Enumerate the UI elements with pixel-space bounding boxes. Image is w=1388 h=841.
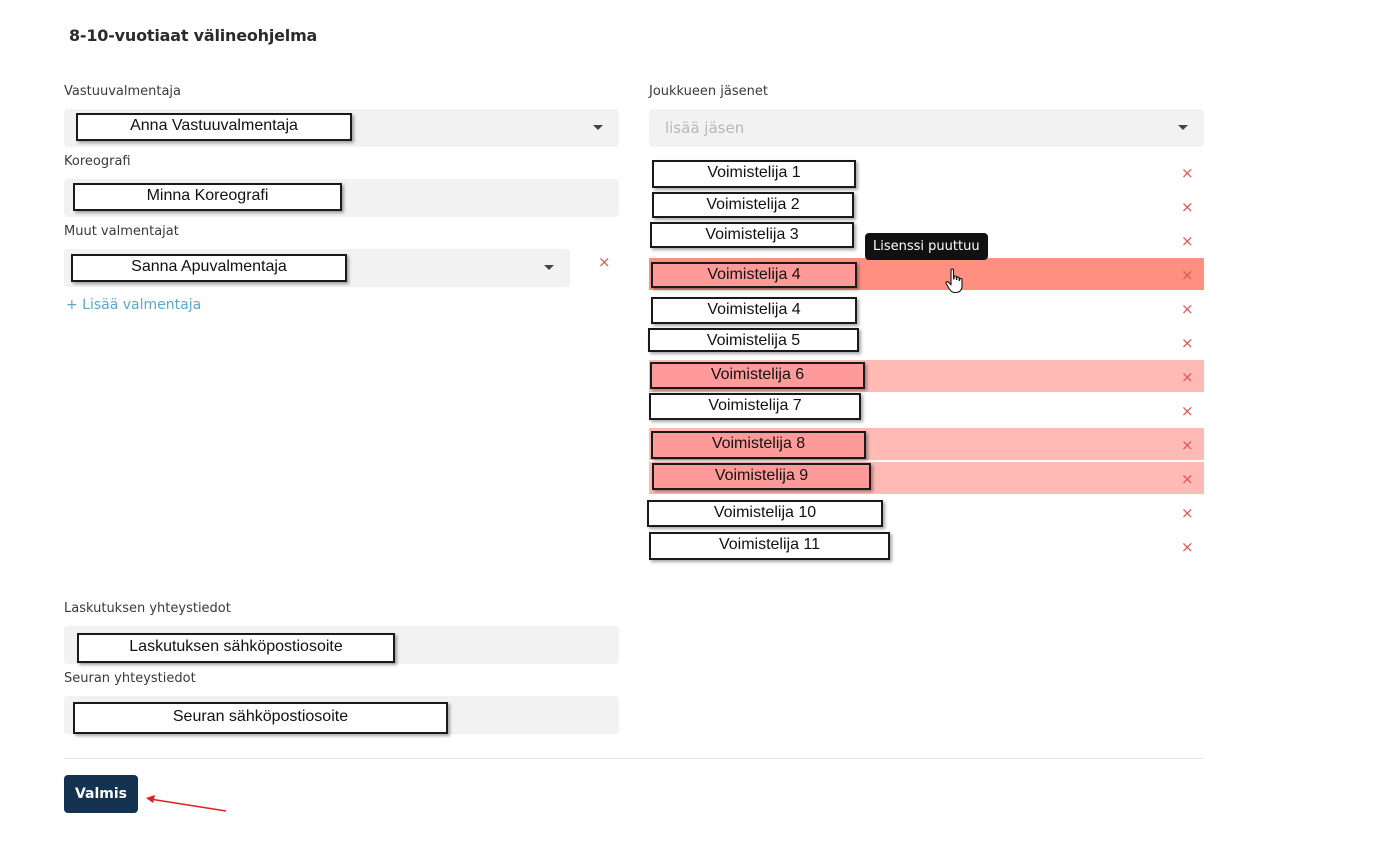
member-name: Voimistelija 6 — [650, 362, 865, 389]
member-name: Voimistelija 2 — [652, 192, 854, 218]
remove-member-icon[interactable]: × — [1181, 166, 1194, 181]
page-title: 8-10-vuotiaat välineohjelma — [69, 26, 318, 45]
member-name: Voimistelija 9 — [652, 463, 871, 490]
choreographer-label: Koreografi — [64, 154, 131, 169]
remove-member-icon[interactable]: × — [1181, 268, 1194, 283]
remove-member-icon[interactable]: × — [1181, 540, 1194, 555]
remove-coach-icon[interactable]: × — [598, 255, 611, 270]
other-coaches-label: Muut valmentajat — [64, 224, 179, 239]
club-label: Seuran yhteystiedot — [64, 671, 196, 686]
footer-divider — [64, 758, 1204, 759]
billing-label: Laskutuksen yhteystiedot — [64, 601, 231, 616]
member-name: Voimistelija 8 — [651, 431, 866, 459]
chevron-down-icon[interactable] — [1178, 125, 1188, 130]
add-coach-link[interactable]: + Lisää valmentaja — [66, 297, 201, 313]
member-name: Voimistelija 4 — [651, 262, 857, 288]
remove-member-icon[interactable]: × — [1181, 404, 1194, 419]
done-button[interactable]: Valmis — [64, 775, 138, 813]
head-coach-label: Vastuuvalmentaja — [64, 84, 182, 99]
head-coach-value: Anna Vastuuvalmentaja — [76, 113, 352, 141]
remove-member-icon[interactable]: × — [1181, 506, 1194, 521]
billing-email-value: Laskutuksen sähköpostiosoite — [77, 633, 395, 663]
remove-member-icon[interactable]: × — [1181, 234, 1194, 249]
red-arrow-icon — [146, 795, 227, 812]
choreographer-value: Minna Koreografi — [73, 183, 342, 211]
hand-cursor-icon — [945, 268, 963, 294]
remove-member-icon[interactable]: × — [1181, 370, 1194, 385]
member-name: Voimistelija 3 — [650, 222, 854, 248]
remove-member-icon[interactable]: × — [1181, 472, 1194, 487]
chevron-down-icon[interactable] — [593, 125, 603, 130]
member-name: Voimistelija 11 — [649, 532, 890, 560]
member-name: Voimistelija 7 — [649, 393, 861, 420]
member-name: Voimistelija 5 — [648, 328, 859, 352]
members-label: Joukkueen jäsenet — [649, 84, 768, 99]
chevron-down-icon[interactable] — [544, 265, 554, 270]
license-missing-tooltip: Lisenssi puuttuu — [865, 233, 988, 260]
member-name: Voimistelija 10 — [647, 500, 883, 527]
member-name: Voimistelija 4 — [651, 297, 857, 324]
club-email-value: Seuran sähköpostiosoite — [73, 702, 448, 734]
remove-member-icon[interactable]: × — [1181, 302, 1194, 317]
member-name: Voimistelija 1 — [652, 160, 856, 188]
remove-member-icon[interactable]: × — [1181, 438, 1194, 453]
other-coach-value: Sanna Apuvalmentaja — [71, 254, 347, 282]
add-member-placeholder: lisää jäsen — [665, 119, 745, 137]
add-member-select[interactable]: lisää jäsen — [649, 109, 1204, 147]
remove-member-icon[interactable]: × — [1181, 336, 1194, 351]
remove-member-icon[interactable]: × — [1181, 200, 1194, 215]
